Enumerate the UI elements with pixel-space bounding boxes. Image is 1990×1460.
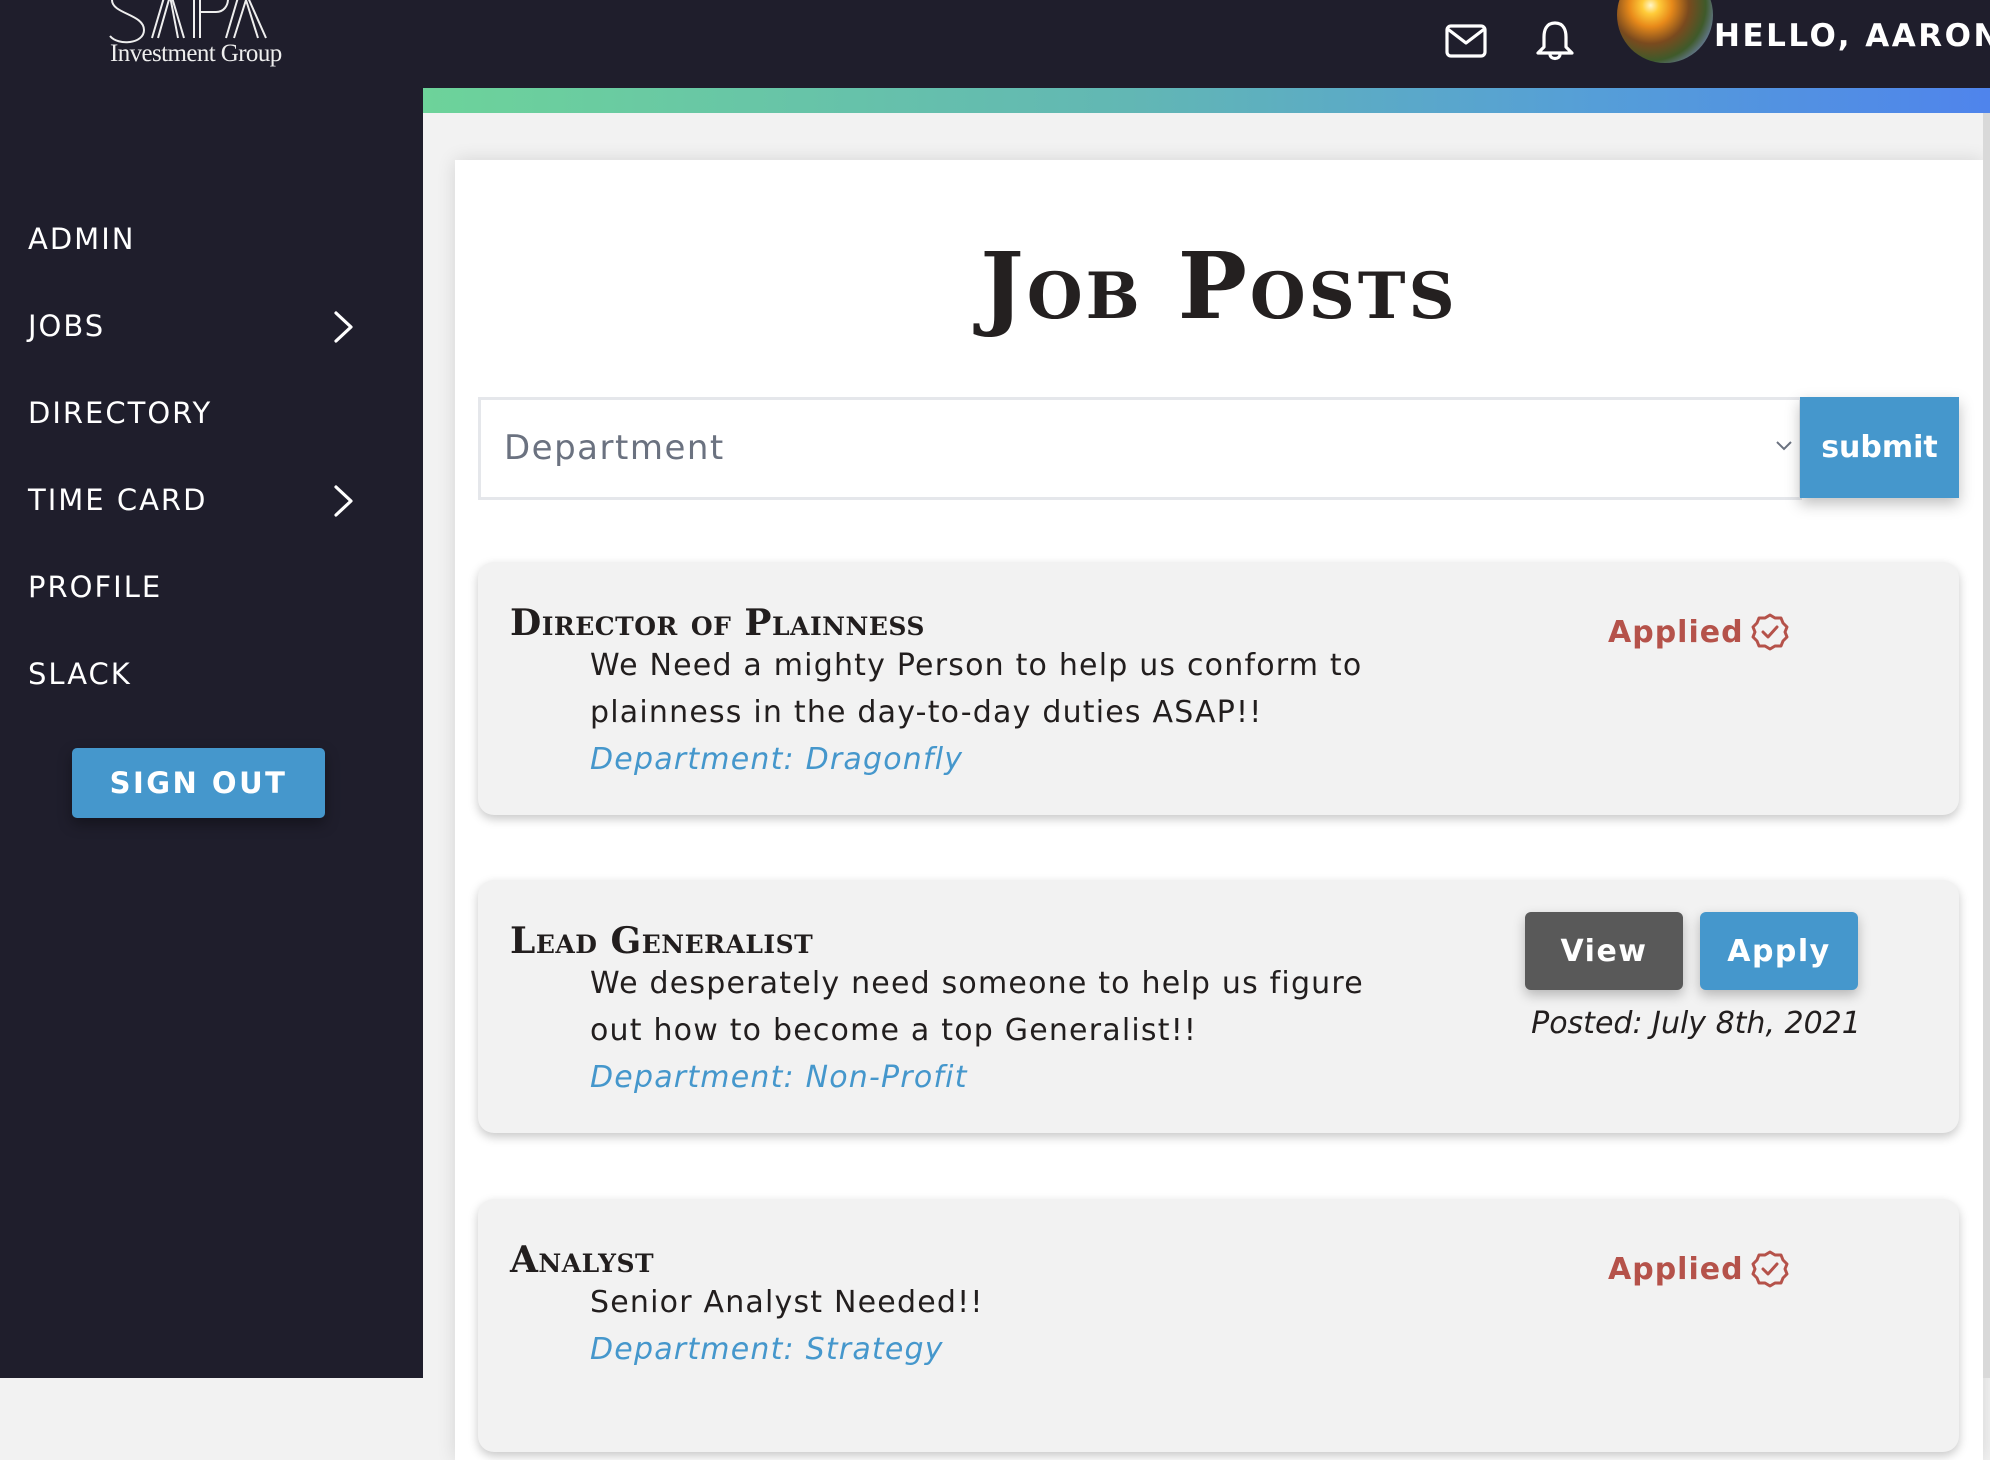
company-logo[interactable]: Investment Group [108,0,288,98]
bell-icon[interactable] [1535,20,1575,62]
department-select[interactable]: Department [478,397,1802,500]
job-description-block: We desperately need someone to help us f… [590,960,1390,1101]
job-description: We desperately need someone to help us f… [590,966,1364,1048]
sign-out-button[interactable]: SIGN OUT [72,748,325,818]
sidebar-item-admin[interactable]: ADMIN [0,195,423,282]
view-button[interactable]: View [1525,912,1683,990]
sidebar-item-jobs[interactable]: JOBS [0,282,423,369]
job-title[interactable]: Analyst [510,1239,654,1281]
sidebar: Investment Group ADMIN JOBS DIRECTORY TI… [0,0,423,1378]
job-description: We Need a mighty Person to help us confo… [590,648,1363,730]
user-greeting: HELLO, AARON! [1714,18,1990,54]
job-department: Department: Strategy [590,1332,944,1367]
sidebar-item-label: SLACK [28,656,132,691]
logo-subtitle: Investment Group [110,40,282,67]
main-content: Job Posts Department submit Director of … [455,160,1983,1460]
chevron-down-icon [1776,441,1792,451]
department-select-placeholder: Department [504,428,725,468]
job-card: Director of Plainness We Need a mighty P… [478,562,1959,815]
sidebar-item-profile[interactable]: PROFILE [0,543,423,630]
applied-label: Applied [1608,1251,1744,1287]
sidebar-item-label: ADMIN [28,221,136,256]
sidebar-item-label: JOBS [28,308,106,343]
posted-date: Posted: July 8th, 2021 [1531,1006,1861,1041]
apply-button[interactable]: Apply [1700,912,1858,990]
job-department: Department: Dragonfly [590,742,964,777]
job-title[interactable]: Director of Plainness [510,602,925,644]
job-description-block: We Need a mighty Person to help us confo… [590,642,1390,783]
page-title: Job Posts [980,232,1458,340]
job-title[interactable]: Lead Generalist [510,920,813,962]
sidebar-item-directory[interactable]: DIRECTORY [0,369,423,456]
sidebar-item-label: PROFILE [28,569,163,604]
sidebar-item-time-card[interactable]: TIME CARD [0,456,423,543]
applied-status: Applied [1608,612,1790,652]
badge-check-icon [1751,613,1789,651]
job-description-block: Senior Analyst Needed!! Department: Stra… [590,1279,1390,1373]
sidebar-nav: ADMIN JOBS DIRECTORY TIME CARD PROFILE S… [0,195,423,717]
submit-button[interactable]: submit [1800,397,1959,498]
chevron-right-icon[interactable] [332,310,356,344]
job-card: Lead Generalist We desperately need some… [478,880,1959,1133]
applied-status: Applied [1608,1249,1790,1289]
page-scrollbar[interactable] [1983,113,1990,1378]
job-card: Analyst Senior Analyst Needed!! Departme… [478,1199,1959,1452]
applied-label: Applied [1608,614,1744,650]
chevron-right-icon[interactable] [332,484,356,518]
mail-icon[interactable] [1445,24,1487,58]
badge-check-icon [1751,1250,1789,1288]
sidebar-item-label: TIME CARD [28,482,208,517]
job-department: Department: Non-Profit [590,1060,968,1095]
sidebar-item-slack[interactable]: SLACK [0,630,423,717]
job-description: Senior Analyst Needed!! [590,1285,984,1320]
sidebar-item-label: DIRECTORY [28,395,213,430]
header-gradient-bar [423,88,1990,113]
